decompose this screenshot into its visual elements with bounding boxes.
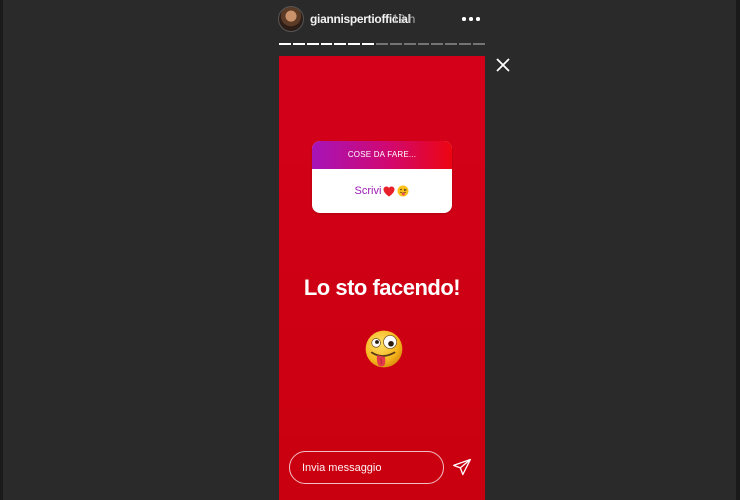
red-heart-icon (383, 186, 395, 196)
timestamp: 19 h (392, 12, 416, 26)
tongue-out-emoji-icon (397, 185, 409, 197)
question-text: COSE DA FARE... (312, 141, 452, 169)
close-icon[interactable] (495, 57, 511, 73)
answer-text: Scrivi (354, 185, 382, 197)
progress-segment (348, 43, 361, 45)
story-content[interactable]: COSE DA FARE... Scrivi Lo sto facendo! (279, 56, 485, 500)
window-border-right (736, 0, 740, 500)
progress-segment (431, 43, 444, 45)
progress-segment (389, 43, 402, 45)
progress-segment (306, 43, 319, 45)
zany-face-emoji-icon (365, 330, 403, 368)
progress-segment (292, 43, 305, 45)
progress-segment (320, 43, 333, 45)
progress-segment (445, 43, 458, 45)
window-border-left (0, 0, 3, 500)
progress-segment (279, 43, 291, 45)
story-text: Lo sto facendo! (303, 275, 461, 300)
question-sticker[interactable]: COSE DA FARE... Scrivi (312, 141, 452, 213)
avatar[interactable] (278, 6, 304, 32)
progress-segment (334, 43, 347, 45)
story-progress-bar (279, 43, 485, 45)
question-answer: Scrivi (312, 169, 452, 213)
progress-segment (376, 43, 388, 45)
progress-segment (362, 43, 375, 45)
more-options-icon[interactable] (460, 10, 482, 26)
progress-segment (417, 43, 430, 45)
story-header: giannispertiofficial 19 h (278, 4, 488, 32)
reply-message-input[interactable] (289, 451, 444, 484)
progress-segment (473, 43, 485, 45)
progress-segment (459, 43, 472, 45)
progress-segment (403, 43, 416, 45)
send-icon[interactable] (452, 457, 472, 477)
